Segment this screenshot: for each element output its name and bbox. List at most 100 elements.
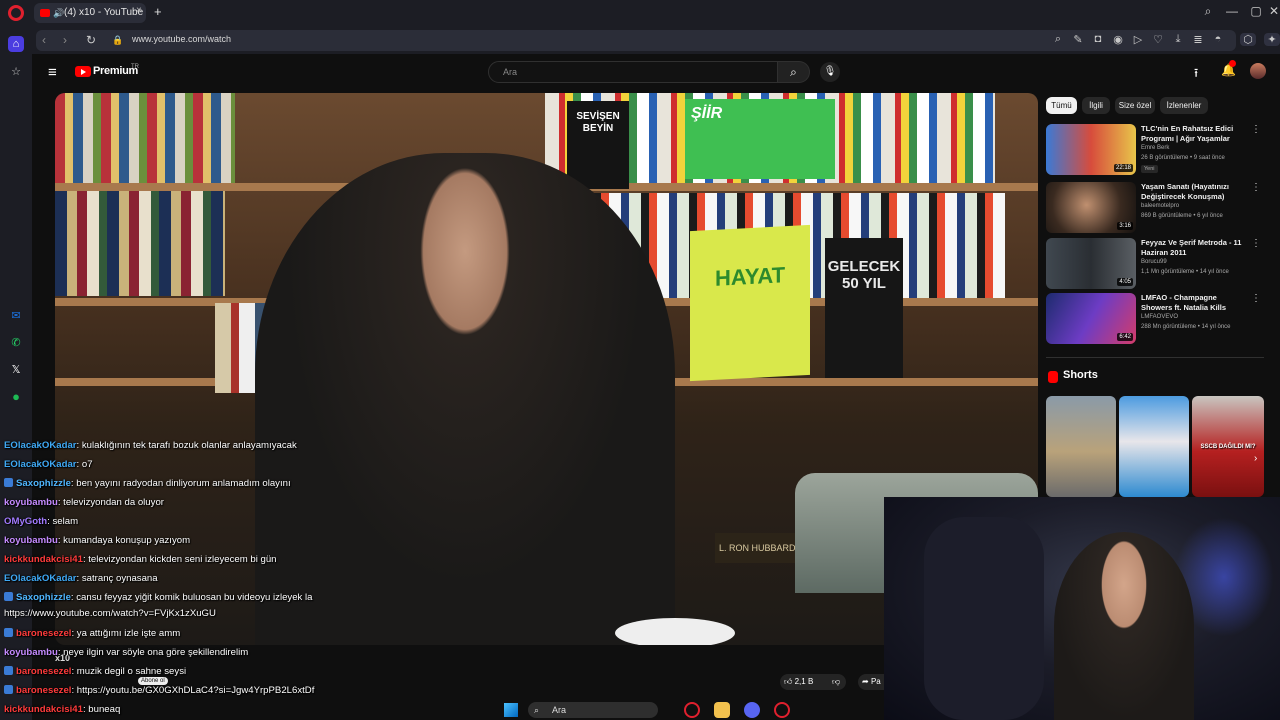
chat-message: Saxophizzle: ben yayını radyodan dinliyo…	[4, 478, 291, 489]
chat-message: koyubambu: kumandaya konuşup yazıyom	[4, 535, 190, 546]
file-explorer-icon[interactable]	[714, 702, 730, 718]
chat-message: https://www.youtube.com/watch?v=FVjKx1zX…	[4, 608, 216, 619]
chip-for-you[interactable]: Size özel	[1115, 97, 1155, 114]
search-input[interactable]: Ara	[488, 61, 778, 83]
chat-username: kickkundakcisi41	[4, 704, 83, 715]
find-icon[interactable]: ⌕	[1050, 33, 1066, 46]
new-tab-button[interactable]: +	[154, 4, 162, 19]
platform-icon	[4, 685, 13, 694]
speaker-icon[interactable]: 🔊	[53, 3, 64, 23]
chat-username: Saxophizzle	[16, 478, 71, 489]
notification-badge	[1229, 60, 1236, 67]
browser-tab[interactable]: 🔊 (4) x10 - YouTube	[34, 3, 146, 23]
profile-icon[interactable]: ◓	[1210, 33, 1226, 45]
reload-icon[interactable]: ↻	[86, 33, 96, 47]
video-meta: 288 Mn görüntüleme • 14 yıl önce	[1141, 324, 1231, 330]
chat-username: Saxophizzle	[16, 592, 71, 603]
tab-close-icon[interactable]: ×	[136, 5, 142, 16]
x-twitter-icon[interactable]: 𝕏	[8, 362, 24, 378]
edit-icon[interactable]: ✎	[1070, 33, 1086, 46]
opera-logo-icon[interactable]	[8, 5, 24, 21]
short-caption: SSCB DAĞILDI MI?	[1200, 444, 1256, 450]
chat-username: kickkundakcisi41	[4, 554, 83, 565]
avatar[interactable]	[1250, 63, 1266, 79]
channel-name[interactable]: Emre Berk	[1141, 145, 1169, 151]
guide-menu-icon[interactable]: ≡	[48, 64, 57, 81]
channel-name[interactable]: baleemotelpro	[1141, 203, 1179, 209]
lock-icon[interactable]: 🔒	[112, 35, 123, 46]
minimize-button[interactable]: —	[1222, 4, 1242, 18]
chat-text: : selam	[47, 516, 79, 527]
play-icon[interactable]: ▷	[1130, 33, 1146, 46]
recommended-video[interactable]: 4:05 Feyyaz Ve Şerif Metroda - 11 Hazira…	[1046, 238, 1261, 290]
snapshot-icon[interactable]: ◘	[1090, 33, 1106, 45]
recommended-video[interactable]: 3:16 Yaşam Sanatı (Hayatınızı Değiştirec…	[1046, 182, 1261, 234]
chat-username: baronesezel	[16, 666, 72, 677]
platform-icon	[4, 666, 13, 675]
recommended-video[interactable]: 6:42 LMFAO - Champagne Showers ft. Natal…	[1046, 293, 1261, 345]
chip-watched[interactable]: İzlenenler	[1160, 97, 1208, 114]
short-thumbnail[interactable]: SSCB DAĞILDI MI?	[1192, 396, 1264, 497]
opera-gx-icon[interactable]	[774, 702, 790, 718]
chat-text: : kumandaya konuşup yazıyom	[57, 535, 191, 546]
chat-text: : ya attığımı izle işte amm	[71, 628, 181, 639]
star-icon[interactable]: ☆	[8, 64, 24, 80]
video-title[interactable]: LMFAO - Champagne Showers ft. Natalia Ki…	[1141, 293, 1249, 313]
download-icon[interactable]: ⤓	[1170, 33, 1186, 46]
short-thumbnail[interactable]	[1119, 396, 1189, 497]
menu-lines-icon[interactable]: ≣	[1190, 33, 1206, 46]
youtube-favicon-icon	[40, 9, 50, 17]
upload-icon[interactable]: ⭱	[1194, 64, 1198, 85]
back-icon[interactable]: ‹	[42, 33, 46, 47]
close-window-button[interactable]: ✕	[1264, 4, 1280, 18]
chevron-right-icon[interactable]: ›	[1254, 453, 1257, 464]
chip-related[interactable]: İlgili	[1082, 97, 1110, 114]
chat-message: OMyGoth: selam	[4, 516, 78, 527]
spotify-icon[interactable]: ●	[8, 389, 24, 405]
maximize-button[interactable]: ▢	[1246, 4, 1266, 18]
short-thumbnail[interactable]	[1046, 396, 1116, 497]
more-vert-icon[interactable]: ⋮	[1251, 124, 1261, 135]
more-vert-icon[interactable]: ⋮	[1251, 238, 1261, 249]
whatsapp-icon[interactable]: ✆	[8, 335, 24, 351]
forward-icon[interactable]: ›	[63, 33, 67, 47]
duration-badge: 22:18	[1113, 164, 1133, 172]
divider	[1046, 357, 1264, 358]
chat-message: kickkundakcisi41: buneaq	[4, 704, 120, 715]
chip-all[interactable]: Tümü	[1046, 97, 1077, 114]
video-title[interactable]: Yaşam Sanatı (Hayatınızı Değiştirecek Ko…	[1141, 182, 1249, 202]
home-icon[interactable]: ⌂	[8, 36, 24, 52]
shield-icon[interactable]: ◉	[1110, 33, 1126, 46]
windows-start-icon[interactable]	[504, 703, 518, 717]
youtube-logo-icon[interactable]	[75, 66, 91, 77]
channel-name[interactable]: LMFAOVEVO	[1141, 314, 1178, 320]
more-vert-icon[interactable]: ⋮	[1251, 293, 1261, 304]
chat-username: EOlacakOKadar	[4, 459, 77, 470]
taskbar-search[interactable]: ⌕ Ara	[528, 702, 658, 718]
more-vert-icon[interactable]: ⋮	[1251, 182, 1261, 193]
video-title[interactable]: Feyyaz Ve Şerif Metroda - 11 Haziran 201…	[1141, 238, 1249, 258]
discord-icon[interactable]	[744, 702, 760, 718]
video-thumbnail[interactable]: 6:42	[1046, 293, 1136, 344]
chat-username: baronesezel	[16, 685, 72, 696]
aria-icon[interactable]: ✦	[1264, 33, 1280, 46]
tab-search-icon[interactable]: ⌕	[1198, 4, 1218, 19]
extensions-icon[interactable]: ⬡	[1240, 33, 1256, 46]
chat-message: koyubambu: neye ilgin var söyle ona göre…	[4, 647, 248, 658]
opera-taskbar-icon[interactable]	[684, 702, 700, 718]
messenger-icon[interactable]: ✉	[8, 308, 24, 324]
heart-icon[interactable]: ♡	[1150, 33, 1166, 46]
chat-text: : ben yayını radyodan dinliyorum anlamad…	[70, 478, 291, 489]
video-thumbnail[interactable]: 4:05	[1046, 238, 1136, 289]
url-text[interactable]: www.youtube.com/watch	[132, 34, 231, 44]
recommended-video[interactable]: 22:18 TLC'nin En Rahatsız Edici Programı…	[1046, 124, 1261, 176]
chat-text: : televizyondan kickden seni izleyecem b…	[82, 554, 277, 565]
video-title[interactable]: TLC'nin En Rahatsız Edici Programı | Ağı…	[1141, 124, 1249, 144]
chat-message: Saxophizzle: cansu feyyaz yiğit komik bu…	[4, 592, 313, 603]
microphone-icon[interactable]: 🎙	[820, 62, 840, 82]
search-icon[interactable]: ⌕	[778, 61, 810, 83]
channel-name[interactable]: Borucu99	[1141, 259, 1167, 265]
video-thumbnail[interactable]: 22:18	[1046, 124, 1136, 175]
video-thumbnail[interactable]: 3:16	[1046, 182, 1136, 233]
chat-message: EOlacakOKadar: o7	[4, 459, 93, 470]
